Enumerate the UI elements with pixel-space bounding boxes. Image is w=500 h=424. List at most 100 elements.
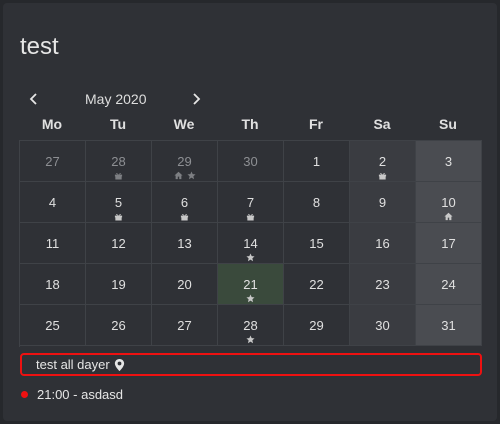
- chevron-right-icon: [193, 93, 201, 105]
- home-icon: [173, 171, 183, 180]
- calendar-day[interactable]: 22: [284, 264, 350, 305]
- day-number: 31: [441, 318, 456, 333]
- calendar-day[interactable]: 19: [86, 264, 152, 305]
- star-icon: [246, 294, 255, 303]
- weekday-header: Mo Tu We Th Fr Sa Su: [19, 113, 481, 135]
- day-number: 16: [375, 236, 390, 251]
- calendar-day[interactable]: 8: [284, 182, 350, 223]
- day-number: 29: [309, 318, 324, 333]
- day-number: 14: [243, 236, 258, 251]
- calendar-day[interactable]: 10: [416, 182, 482, 223]
- day-number: 23: [375, 277, 390, 292]
- day-event-markers: [86, 212, 151, 221]
- day-number: 30: [375, 318, 390, 333]
- weekday-label: Tu: [109, 116, 127, 132]
- event-label: 21:00 - asdasd: [37, 387, 124, 402]
- day-number: 19: [111, 277, 126, 292]
- day-number: 30: [243, 154, 258, 169]
- calendar-day[interactable]: 23: [350, 264, 416, 305]
- event-title: test all dayer: [36, 357, 110, 372]
- gift-icon: [246, 213, 255, 221]
- calendar-day[interactable]: 16: [350, 223, 416, 264]
- day-number: 27: [177, 318, 192, 333]
- calendar-day[interactable]: 1: [284, 141, 350, 182]
- day-number: 25: [45, 318, 60, 333]
- gift-icon: [114, 172, 123, 180]
- day-event-markers: [152, 171, 217, 180]
- star-icon: [246, 253, 255, 262]
- calendar-day[interactable]: 27: [20, 141, 86, 182]
- day-event-markers: [152, 212, 217, 221]
- star-icon: [246, 335, 255, 344]
- day-event-markers: [350, 171, 415, 180]
- day-number: 3: [444, 154, 453, 169]
- day-event-markers: [218, 253, 283, 262]
- calendar-day[interactable]: 6: [152, 182, 218, 223]
- day-number: 26: [111, 318, 126, 333]
- day-number: 10: [441, 195, 456, 210]
- day-number: 28: [243, 318, 258, 333]
- calendar-card: test May 2020 Mo Tu We Th Fr Sa Su 27 28 2…: [3, 3, 497, 421]
- day-event-markers: [86, 171, 151, 180]
- gift-icon: [180, 213, 189, 221]
- calendar-day[interactable]: 12: [86, 223, 152, 264]
- calendar-day[interactable]: 17: [416, 223, 482, 264]
- day-number: 13: [177, 236, 192, 251]
- month-label: May 2020: [85, 91, 147, 107]
- calendar-day[interactable]: 26: [86, 305, 152, 346]
- calendar-day[interactable]: 5: [86, 182, 152, 223]
- day-number: 9: [378, 195, 387, 210]
- calendar-day[interactable]: 18: [20, 264, 86, 305]
- day-number: 28: [111, 154, 126, 169]
- day-number: 20: [177, 277, 192, 292]
- calendar-day[interactable]: 24: [416, 264, 482, 305]
- weekday-label: Sa: [373, 116, 391, 132]
- day-number: 4: [48, 195, 57, 210]
- weekday-label: Fr: [309, 116, 323, 132]
- weekday-label: Su: [439, 116, 457, 132]
- calendar-day-today[interactable]: 21: [218, 264, 284, 305]
- calendar-day[interactable]: 31: [416, 305, 482, 346]
- calendar-day[interactable]: 29: [152, 141, 218, 182]
- calendar-day[interactable]: 29: [284, 305, 350, 346]
- gift-icon: [114, 213, 123, 221]
- star-icon: [186, 171, 196, 180]
- next-month-button[interactable]: [186, 89, 206, 109]
- event-list-item[interactable]: 21:00 - asdasd: [21, 387, 123, 402]
- day-number: 8: [312, 195, 321, 210]
- calendar-day[interactable]: 25: [20, 305, 86, 346]
- calendar-day[interactable]: 14: [218, 223, 284, 264]
- day-event-markers: [218, 294, 283, 303]
- calendar-day[interactable]: 7: [218, 182, 284, 223]
- day-event-markers: [218, 335, 283, 344]
- day-event-markers: [218, 212, 283, 221]
- home-icon: [444, 212, 453, 221]
- calendar-day[interactable]: 11: [20, 223, 86, 264]
- day-number: 6: [180, 195, 189, 210]
- map-pin-icon: [114, 358, 124, 371]
- calendar-day[interactable]: 9: [350, 182, 416, 223]
- day-number: 11: [45, 236, 60, 251]
- calendar-day[interactable]: 4: [20, 182, 86, 223]
- calendar-day[interactable]: 30: [218, 141, 284, 182]
- calendar-day[interactable]: 2: [350, 141, 416, 182]
- calendar-day[interactable]: 28: [86, 141, 152, 182]
- calendar-day[interactable]: 15: [284, 223, 350, 264]
- calendar-day[interactable]: 27: [152, 305, 218, 346]
- calendar-day[interactable]: 3: [416, 141, 482, 182]
- weekday-label: Mo: [41, 116, 63, 132]
- calendar-day[interactable]: 20: [152, 264, 218, 305]
- calendar-day[interactable]: 13: [152, 223, 218, 264]
- day-number: 1: [312, 154, 321, 169]
- selected-event[interactable]: test all dayer: [20, 353, 482, 376]
- day-number: 29: [177, 154, 192, 169]
- day-number: 24: [441, 277, 456, 292]
- day-number: 15: [309, 236, 324, 251]
- calendar-day[interactable]: 30: [350, 305, 416, 346]
- calendar-title: test: [20, 33, 59, 60]
- weekday-label: We: [173, 116, 195, 132]
- day-number: 17: [441, 236, 456, 251]
- gift-icon: [378, 172, 387, 180]
- calendar-day[interactable]: 28: [218, 305, 284, 346]
- prev-month-button[interactable]: [24, 89, 44, 109]
